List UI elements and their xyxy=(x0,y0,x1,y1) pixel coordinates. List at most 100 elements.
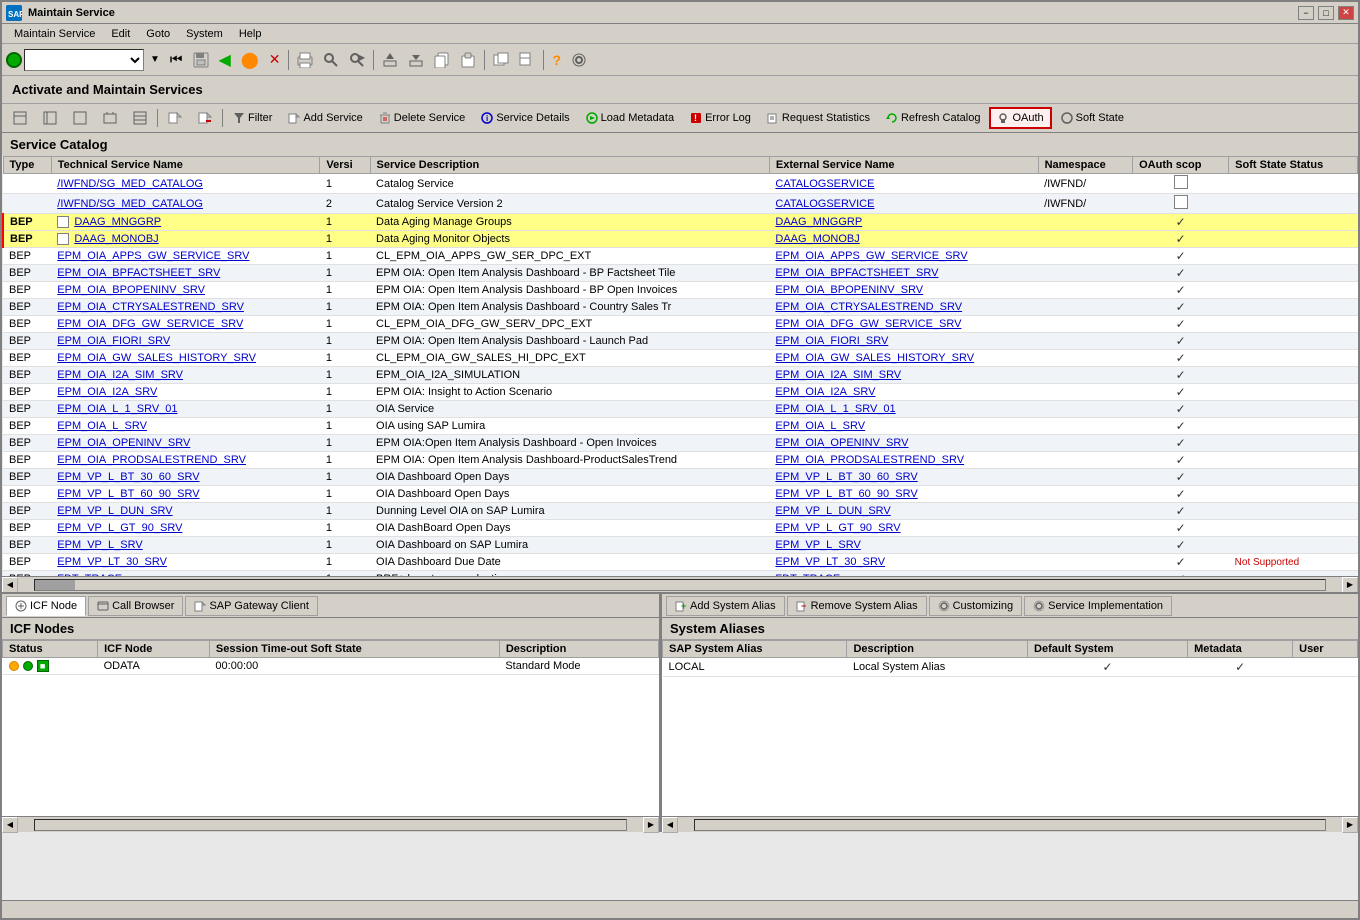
service-details-button[interactable]: i Service Details xyxy=(474,107,576,129)
icf-scroll-left[interactable]: ◀ xyxy=(2,817,18,833)
load-metadata-button[interactable]: Load Metadata xyxy=(579,107,681,129)
toolbar-small-btn-1[interactable] xyxy=(6,107,34,129)
close-button[interactable]: ✕ xyxy=(1338,6,1354,20)
copy-button[interactable] xyxy=(430,48,454,72)
menu-goto[interactable]: Goto xyxy=(138,26,178,42)
catalog-row[interactable]: BEP EPM_OIA_PRODSALESTREND_SRV 1 EPM OIA… xyxy=(3,452,1358,469)
catalog-row[interactable]: BEP EPM_OIA_BPOPENINV_SRV 1 EPM OIA: Ope… xyxy=(3,282,1358,299)
cell-oauth: ✓ xyxy=(1133,418,1229,435)
menu-help[interactable]: Help xyxy=(231,26,270,42)
toolbar-small-btn-7[interactable] xyxy=(191,107,219,129)
icf-scrollbar-h[interactable]: ◀ ▶ xyxy=(2,816,659,832)
paste-button[interactable] xyxy=(456,48,480,72)
menu-edit[interactable]: Edit xyxy=(103,26,138,42)
help-button[interactable]: ? xyxy=(548,48,565,72)
icf-col-timeout: Session Time-out Soft State xyxy=(209,641,499,658)
tab-sap-gateway-client[interactable]: SAP Gateway Client xyxy=(185,596,317,616)
scroll-left-button[interactable]: ◀ xyxy=(2,577,18,593)
catalog-row[interactable]: BEP EPM_VP_L_BT_60_90_SRV 1 OIA Dashboar… xyxy=(3,486,1358,503)
catalog-row[interactable]: BEP DAAG_MONOBJ 1 Data Aging Monitor Obj… xyxy=(3,231,1358,248)
catalog-row[interactable]: BEP EPM_VP_LT_30_SRV 1 OIA Dashboard Due… xyxy=(3,554,1358,571)
toolbar-small-btn-3[interactable] xyxy=(66,107,94,129)
toolbar-small-btn-4[interactable] xyxy=(96,107,124,129)
toolbar-small-btn-5[interactable] xyxy=(126,107,154,129)
download-button[interactable] xyxy=(404,48,428,72)
menu-system[interactable]: System xyxy=(178,26,231,42)
catalog-row[interactable]: /IWFND/SG_MED_CATALOG 1 Catalog Service … xyxy=(3,174,1358,194)
cell-namespace xyxy=(1038,231,1133,248)
request-statistics-button[interactable]: Request Statistics xyxy=(760,107,877,129)
delete-service-button[interactable]: Delete Service xyxy=(372,107,473,129)
tab-icf-node[interactable]: ICF Node xyxy=(6,596,86,616)
tab-add-system-alias[interactable]: + Add System Alias xyxy=(666,596,785,616)
oauth-button[interactable]: OAuth xyxy=(989,107,1051,129)
catalog-row[interactable]: BEP EPM_VP_L_SRV 1 OIA Dashboard on SAP … xyxy=(3,537,1358,554)
sa-row[interactable]: LOCAL Local System Alias ✓ ✓ xyxy=(663,658,1358,677)
sa-scroll-left[interactable]: ◀ xyxy=(662,817,678,833)
catalog-row[interactable]: BEP EPM_VP_L_GT_90_SRV 1 OIA DashBoard O… xyxy=(3,520,1358,537)
toolbar-small-btn-2[interactable] xyxy=(36,107,64,129)
minimize-button[interactable]: − xyxy=(1298,6,1314,20)
scroll-right-button[interactable]: ▶ xyxy=(1342,577,1358,593)
transaction-dropdown[interactable] xyxy=(24,49,144,71)
sa-col-alias: SAP System Alias xyxy=(663,641,847,658)
catalog-row[interactable]: BEP EPM_OIA_CTRYSALESTREND_SRV 1 EPM OIA… xyxy=(3,299,1358,316)
tab-remove-system-alias[interactable]: − Remove System Alias xyxy=(787,596,927,616)
back-button[interactable]: ◀ xyxy=(215,48,235,72)
catalog-table-container[interactable]: Type Technical Service Name Versi Servic… xyxy=(2,156,1358,576)
catalog-row[interactable]: BEP EPM_VP_L_DUN_SRV 1 Dunning Level OIA… xyxy=(3,503,1358,520)
menu-maintain-service[interactable]: Maintain Service xyxy=(6,26,103,42)
catalog-row[interactable]: BEP EPM_OIA_APPS_GW_SERVICE_SRV 1 CL_EPM… xyxy=(3,248,1358,265)
catalog-row[interactable]: BEP DAAG_MNGGRP 1 Data Aging Manage Grou… xyxy=(3,214,1358,231)
navigate-button[interactable] xyxy=(515,48,539,72)
find-button[interactable] xyxy=(319,48,343,72)
filter-button[interactable]: Filter xyxy=(226,107,279,129)
forward-button[interactable]: ⬤ xyxy=(237,48,263,72)
catalog-row[interactable]: BEP EPM_VP_L_BT_30_60_SRV 1 OIA Dashboar… xyxy=(3,469,1358,486)
catalog-row[interactable]: BEP EPM_OIA_BPFACTSHEET_SRV 1 EPM OIA: O… xyxy=(3,265,1358,282)
sa-scrollbar-h[interactable]: ◀ ▶ xyxy=(662,816,1358,832)
icf-scroll-right[interactable]: ▶ xyxy=(643,817,659,833)
cell-namespace xyxy=(1038,486,1133,503)
print-button[interactable] xyxy=(293,48,317,72)
icf-track[interactable] xyxy=(34,819,627,831)
catalog-row[interactable]: BEP EPM_OIA_FIORI_SRV 1 EPM OIA: Open It… xyxy=(3,333,1358,350)
add-service-button[interactable]: Add Service xyxy=(281,107,369,129)
sa-col-metadata: Metadata xyxy=(1188,641,1293,658)
launch-button[interactable] xyxy=(489,48,513,72)
soft-state-button[interactable]: Soft State xyxy=(1054,107,1131,129)
cell-external-name: DAAG_MONOBJ xyxy=(769,231,1038,248)
nav-start-button[interactable]: ⏮ xyxy=(166,48,187,72)
tab-service-implementation[interactable]: Service Implementation xyxy=(1024,596,1172,616)
upload-button[interactable] xyxy=(378,48,402,72)
sa-scroll-right[interactable]: ▶ xyxy=(1342,817,1358,833)
cell-namespace xyxy=(1038,469,1133,486)
stop-button[interactable]: ✕ xyxy=(265,48,285,72)
tab-customizing[interactable]: Customizing xyxy=(929,596,1023,616)
toolbar-small-btn-6[interactable] xyxy=(161,107,189,129)
tab-call-browser[interactable]: Call Browser xyxy=(88,596,183,616)
save-button[interactable] xyxy=(189,48,213,72)
icf-row[interactable]: ■ ODATA 00:00:00 Standard Mode xyxy=(3,658,659,675)
catalog-row[interactable]: BEP EPM_OIA_L_SRV 1 OIA using SAP Lumira… xyxy=(3,418,1358,435)
catalog-row[interactable]: /IWFND/SG_MED_CATALOG 2 Catalog Service … xyxy=(3,194,1358,214)
catalog-row[interactable]: BEP EPM_OIA_GW_SALES_HISTORY_SRV 1 CL_EP… xyxy=(3,350,1358,367)
catalog-row[interactable]: BEP EPM_OIA_I2A_SIM_SRV 1 EPM_OIA_I2A_SI… xyxy=(3,367,1358,384)
table-scrollbar-h[interactable]: ◀ ▶ xyxy=(2,576,1358,592)
dropdown-arrow-button[interactable]: ▼ xyxy=(146,48,164,72)
cell-oauth: ✓ xyxy=(1133,367,1229,384)
scroll-track-h[interactable] xyxy=(34,579,1326,591)
settings-button[interactable] xyxy=(567,48,591,72)
maximize-button[interactable]: □ xyxy=(1318,6,1334,20)
catalog-row[interactable]: BEP EPM_OIA_OPENINV_SRV 1 EPM OIA:Open I… xyxy=(3,435,1358,452)
error-log-button[interactable]: ! Error Log xyxy=(683,107,758,129)
catalog-row[interactable]: BEP EPM_OIA_L_1_SRV_01 1 OIA Service EPM… xyxy=(3,401,1358,418)
sa-track[interactable] xyxy=(694,819,1326,831)
cell-oauth xyxy=(1133,194,1229,214)
refresh-catalog-button[interactable]: Refresh Catalog xyxy=(879,107,988,129)
cell-type: BEP xyxy=(3,350,51,367)
cell-version: 1 xyxy=(320,367,370,384)
find-next-button[interactable]: ▶ xyxy=(345,48,369,72)
catalog-row[interactable]: BEP EPM_OIA_DFG_GW_SERVICE_SRV 1 CL_EPM_… xyxy=(3,316,1358,333)
catalog-row[interactable]: BEP EPM_OIA_I2A_SRV 1 EPM OIA: Insight t… xyxy=(3,384,1358,401)
